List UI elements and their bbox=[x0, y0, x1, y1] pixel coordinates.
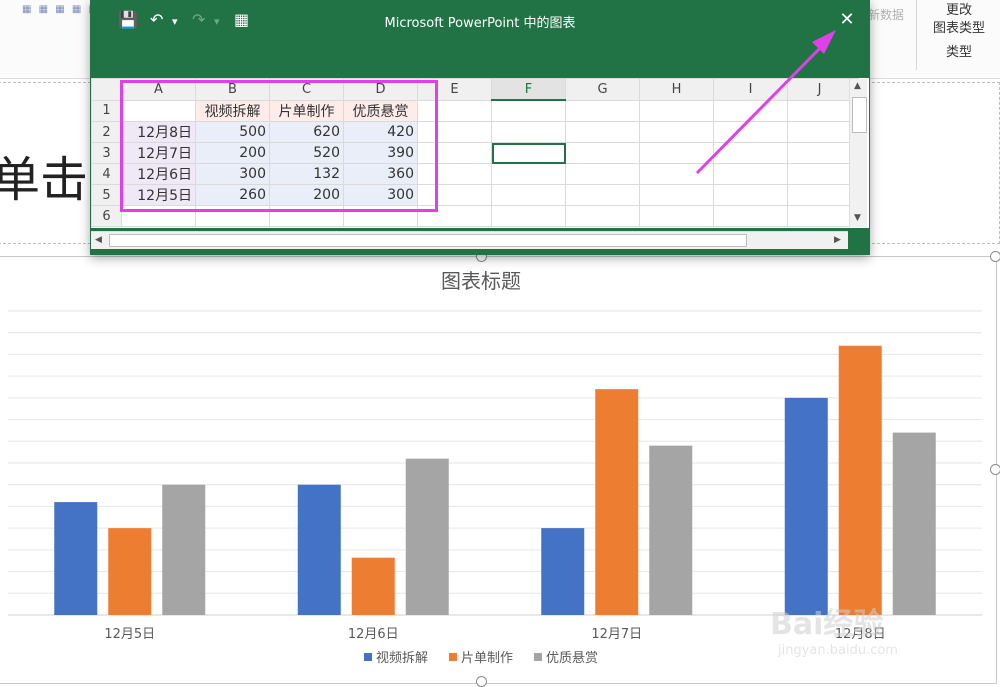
annotation-arrow bbox=[695, 30, 836, 175]
